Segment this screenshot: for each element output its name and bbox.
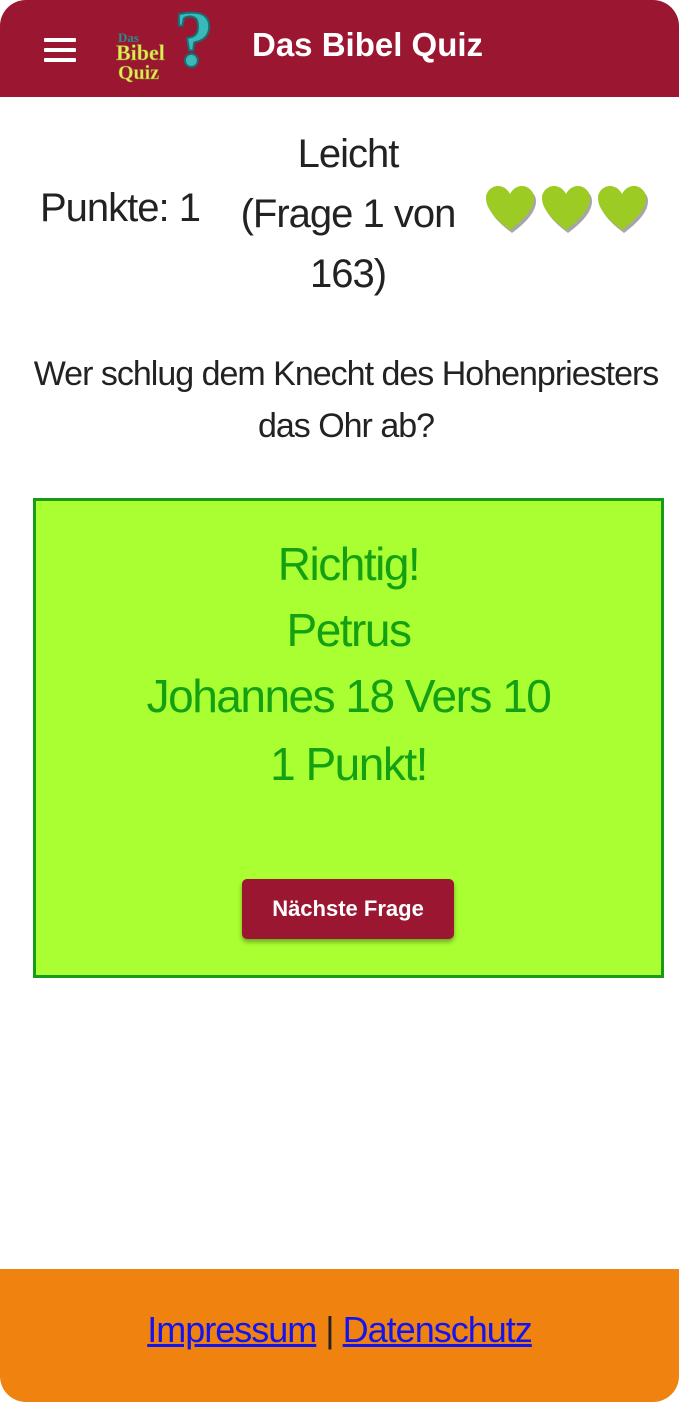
score-label: Punkte: 1	[39, 186, 201, 230]
question-progress-line1: (Frage 1 von	[240, 192, 457, 236]
question-progress-line2: 163)	[309, 252, 387, 296]
impressum-link[interactable]: Impressum	[147, 1309, 317, 1350]
points-awarded: 1 Punkt!	[270, 738, 428, 790]
heart-icon	[486, 186, 536, 233]
footer-links: Impressum | Datenschutz	[0, 1309, 679, 1351]
answer-result: Richtig!	[277, 538, 421, 590]
heart-icon	[542, 186, 592, 233]
heart-icon	[598, 186, 648, 233]
footer: Impressum | Datenschutz	[0, 1269, 679, 1402]
footer-separator: |	[325, 1309, 334, 1350]
lives-indicator	[484, 184, 654, 240]
bible-reference: Johannes 18 Vers 10	[146, 670, 552, 722]
app-logo: Das Bibel Quiz ?	[112, 0, 216, 92]
next-question-button[interactable]: Nächste Frage	[242, 879, 454, 939]
correct-answer: Petrus	[286, 604, 412, 656]
app-bar: Das Bibel Quiz ? Das Bibel Quiz	[0, 0, 679, 97]
app-title: Das Bibel Quiz	[252, 26, 484, 63]
datenschutz-link[interactable]: Datenschutz	[343, 1309, 533, 1350]
logo-question-mark: ?	[173, 0, 215, 84]
logo-quiz-text: Quiz	[118, 62, 160, 85]
hamburger-menu-icon[interactable]	[40, 36, 80, 64]
answer-feedback-box: Richtig! Petrus Johannes 18 Vers 10 1 Pu…	[33, 498, 664, 978]
level-progress-block: Leicht (Frage 1 von 163)	[228, 124, 468, 304]
difficulty-level: Leicht	[297, 132, 400, 176]
question-text: Wer schlug dem Knecht des Hohenpriesters…	[33, 355, 660, 445]
app-screen: Das Bibel Quiz ? Das Bibel Quiz Punkte: …	[0, 0, 679, 1402]
